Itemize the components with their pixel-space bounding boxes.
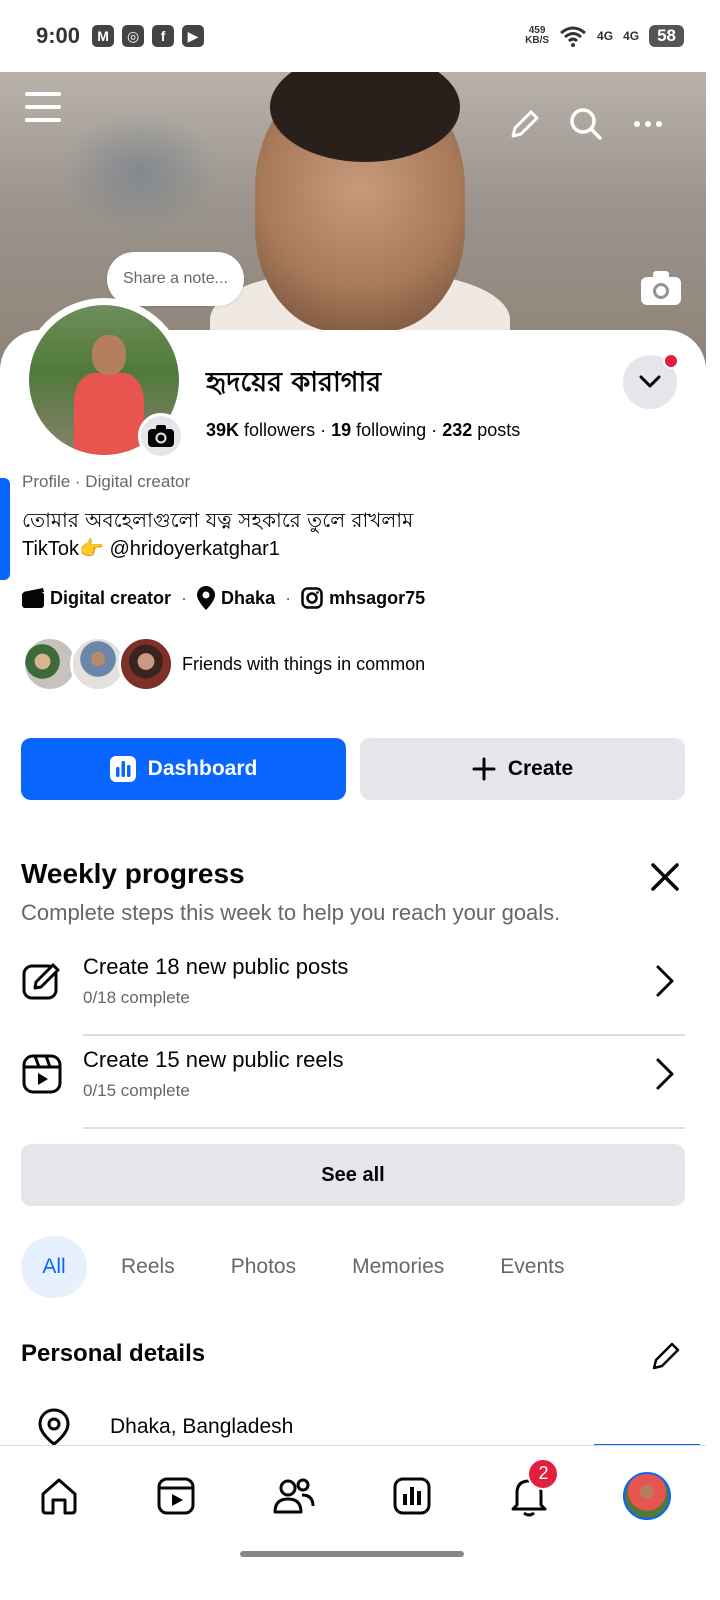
task-status: 0/15 complete: [83, 1081, 190, 1100]
nav-home[interactable]: [19, 1456, 99, 1536]
task-title: Create 18 new public posts: [83, 954, 349, 979]
profile-avatar-small: [623, 1471, 672, 1520]
more-options-icon[interactable]: [628, 104, 668, 144]
following-label[interactable]: following: [356, 420, 426, 440]
wifi-icon: [560, 26, 587, 47]
chevron-right-icon: [656, 965, 674, 997]
location-pin-icon: [197, 586, 216, 610]
bio-line-2: TikTok👉 @hridoyerkatghar1: [22, 538, 280, 560]
avatar-camera-icon[interactable]: [138, 413, 184, 459]
profile-tabs: All Reels Photos Memories Events: [21, 1236, 598, 1298]
tab-all[interactable]: All: [21, 1236, 87, 1298]
bio-line-1: তোমার অবহেলাগুলো যত্ন সহকারে তুলে রাখলাম: [22, 508, 414, 532]
share-note-bubble[interactable]: Share a note...: [107, 252, 244, 306]
dashboard-icon: [109, 756, 136, 782]
task-reels[interactable]: Create 15 new public reels 0/15 complete: [21, 1039, 685, 1129]
personal-details-title: Personal details: [21, 1340, 206, 1367]
avatar-person: [74, 335, 144, 455]
nav-friends[interactable]: [254, 1456, 334, 1536]
profile-details-row: Digital creator · Dhaka · mhsagor75: [22, 586, 425, 610]
profile-name: হৃদয়ের কারাগার: [206, 367, 382, 398]
nav-dashboard[interactable]: [372, 1456, 452, 1536]
dashboard-label: Dashboard: [147, 757, 258, 780]
edit-post-icon: [22, 963, 60, 1000]
home-indicator[interactable]: [240, 1551, 464, 1557]
status-app-icons: M ◎ f ▶: [92, 25, 205, 47]
friends-text: Friends with things in common: [182, 653, 426, 674]
home-icon: [41, 1478, 77, 1514]
task-title: Create 15 new public reels: [83, 1047, 344, 1072]
bottom-nav: 2: [0, 1445, 706, 1545]
weekly-progress-title: Weekly progress: [21, 858, 245, 889]
task-posts[interactable]: Create 18 new public posts 0/18 complete: [21, 946, 685, 1036]
location-pin-icon: [38, 1408, 70, 1446]
sim1-signal-icon: 4G: [597, 29, 614, 43]
reels-icon: [22, 1054, 62, 1094]
detail-instagram[interactable]: mhsagor75: [329, 588, 425, 609]
chrome-icon: ◎: [122, 25, 145, 47]
friend-avatar: [118, 636, 174, 692]
friends-in-common[interactable]: Friends with things in common: [22, 636, 425, 692]
youtube-icon: ▶: [182, 25, 205, 47]
detail-location[interactable]: Dhaka: [221, 588, 275, 609]
dashboard-icon: [393, 1477, 431, 1514]
instagram-icon: [301, 587, 323, 609]
friends-icon: [273, 1478, 315, 1513]
create-button[interactable]: Create: [360, 738, 685, 800]
posts-label: posts: [477, 420, 521, 440]
cover-camera-icon[interactable]: [640, 270, 682, 306]
bio-edit-indicator: [0, 478, 10, 580]
battery-icon: 58: [649, 25, 684, 47]
edit-details-icon[interactable]: [650, 1340, 682, 1377]
tab-photos[interactable]: Photos: [209, 1236, 318, 1298]
following-count[interactable]: 19: [331, 420, 351, 440]
search-icon[interactable]: [566, 104, 606, 144]
notification-dot: [663, 353, 679, 369]
status-time: 9:00: [36, 23, 81, 48]
detail-location-text: Dhaka, Bangladesh: [110, 1415, 294, 1438]
task-status: 0/18 complete: [83, 988, 190, 1007]
followers-label[interactable]: followers: [244, 420, 315, 440]
notifications-badge: 2: [527, 1457, 560, 1490]
posts-count: 232: [442, 420, 473, 440]
plus-icon: [472, 757, 496, 781]
status-bar: 9:00 M ◎ f ▶ 459 KB/S 4G 4G 58: [0, 0, 720, 72]
profile-kind: Profile · Digital creator: [22, 472, 191, 491]
followers-count[interactable]: 39K: [206, 420, 239, 440]
profile-stats: 39K followers · 19 following · 232 posts: [206, 420, 521, 440]
dashboard-button[interactable]: Dashboard: [21, 738, 346, 800]
tab-memories[interactable]: Memories: [330, 1236, 466, 1298]
sim2-signal-icon: 4G: [623, 29, 640, 43]
nav-profile[interactable]: [607, 1456, 687, 1536]
nav-notifications[interactable]: 2: [489, 1456, 569, 1536]
chevron-right-icon: [656, 1058, 674, 1090]
detail-category[interactable]: Digital creator: [50, 588, 171, 609]
cover-background: [60, 112, 220, 232]
menu-icon[interactable]: [24, 88, 62, 126]
see-all-button[interactable]: See all: [21, 1144, 685, 1206]
detail-location-row: Dhaka, Bangladesh: [38, 1408, 293, 1446]
tab-reels[interactable]: Reels: [99, 1236, 197, 1298]
close-icon[interactable]: [650, 862, 684, 896]
weekly-progress-subtitle: Complete steps this week to help you rea…: [21, 900, 561, 925]
chevron-down-icon: [639, 375, 661, 388]
nav-video[interactable]: [136, 1456, 216, 1536]
video-icon: [157, 1477, 195, 1514]
tab-events[interactable]: Events: [478, 1236, 586, 1298]
gmail-icon: M: [92, 25, 115, 47]
edit-pencil-icon[interactable]: [505, 104, 545, 144]
facebook-icon: f: [152, 25, 175, 47]
net-speed: 459 KB/S: [525, 25, 550, 46]
create-label: Create: [507, 757, 574, 780]
clapperboard-icon: [22, 588, 44, 608]
